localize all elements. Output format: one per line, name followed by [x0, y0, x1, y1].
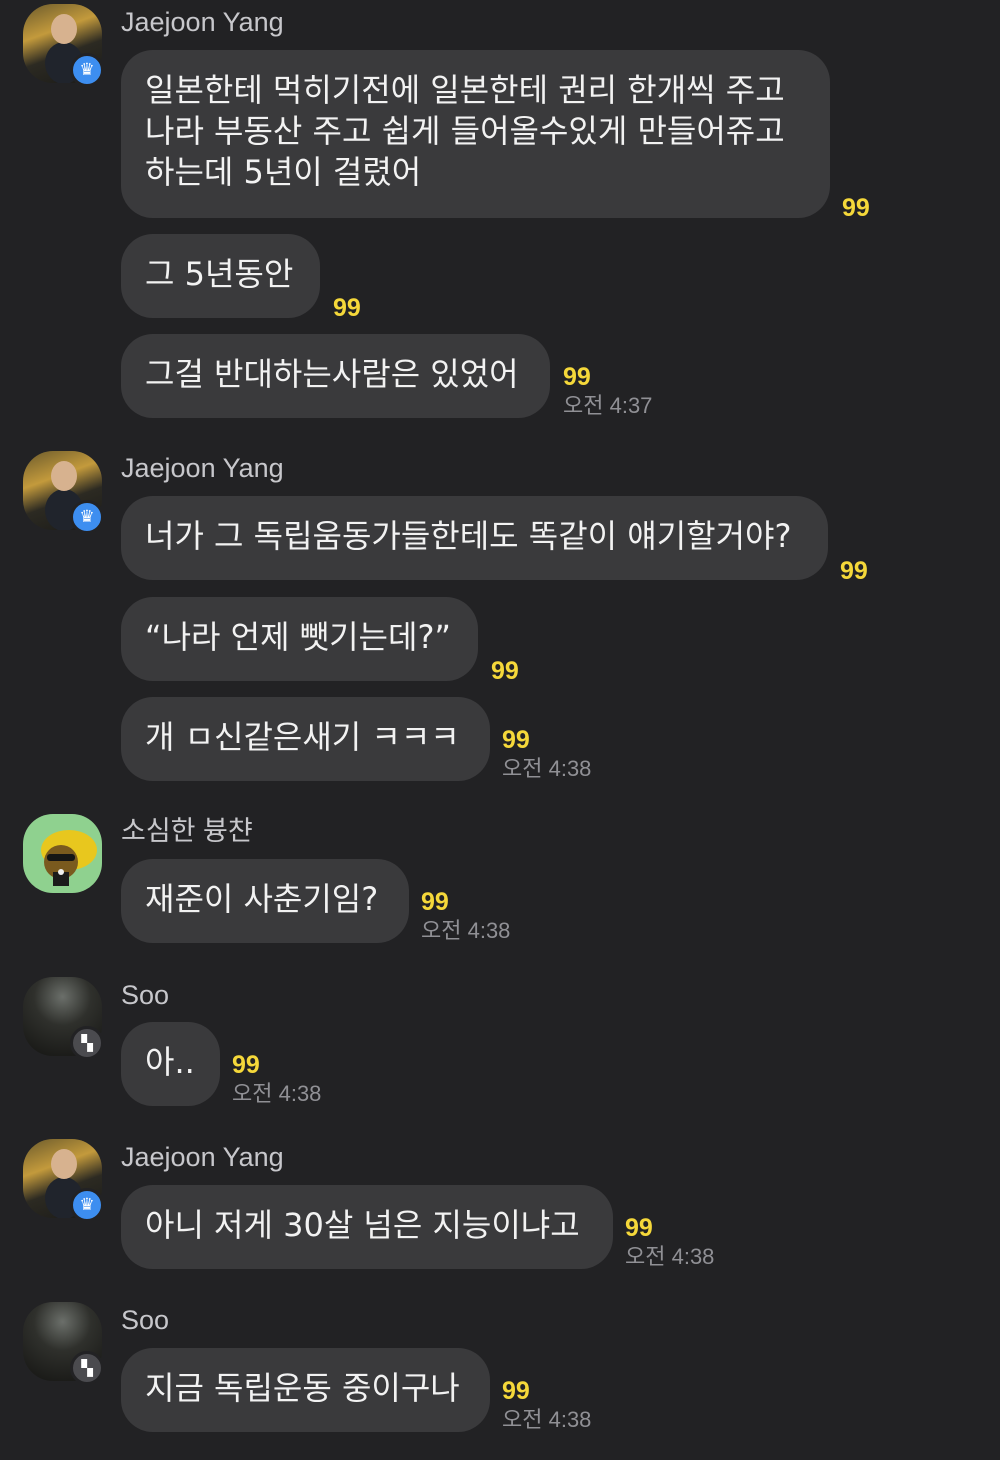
message-time: 오전 4:38 — [625, 1244, 715, 1269]
message-bubble[interactable]: 너가 그 독립움동가들한테도 똑같이 얘기할거야? — [121, 496, 828, 580]
unread-count: 99 — [232, 1051, 260, 1079]
message-time: 오전 4:38 — [232, 1081, 322, 1106]
message-meta: 99 오전 4:38 — [625, 1213, 714, 1271]
message-line: 지금 독립운동 중이구나 — [145, 1369, 460, 1407]
message-line: 일본한테 먹히기전에 일본한테 권리 한개씩 주고 — [145, 71, 785, 109]
message-meta: 99 오전 4:37 — [563, 362, 652, 420]
unread-count: 99 — [491, 657, 519, 685]
message-bubble[interactable]: 지금 독립운동 중이구나 — [121, 1348, 490, 1432]
message-bubble[interactable]: 그걸 반대하는사람은 있었어 — [121, 334, 550, 418]
message-time: 오전 4:38 — [421, 918, 511, 943]
message-meta: 99 오전 4:38 — [421, 887, 510, 945]
message-bubble[interactable]: 일본한테 먹히기전에 일본한테 권리 한개씩 주고 나라 부동산 주고 쉽게 들… — [121, 50, 830, 218]
message-bubble[interactable]: 개 ㅁ신같은새기 ㅋㅋㅋ — [121, 697, 490, 781]
message-line: “나라 언제 뺏기는데?” — [145, 618, 452, 656]
crown-icon: ♛ — [70, 53, 104, 87]
message-line: 너가 그 독립움동가들한테도 똑같이 얘기할거야? — [145, 517, 792, 555]
message-bubble[interactable]: 아니 저게 30살 넘은 지능이냐고 — [121, 1185, 613, 1269]
message-bubble[interactable]: 아.. — [121, 1022, 220, 1106]
message-bubble[interactable]: “나라 언제 뺏기는데?” — [121, 597, 478, 681]
message-meta: 99 오전 4:38 — [502, 725, 591, 783]
unread-count: 99 — [502, 1377, 530, 1405]
message-meta: 99 — [842, 193, 870, 223]
message-line: 개 ㅁ신같은새기 ㅋㅋㅋ — [145, 718, 460, 756]
message-line: 그걸 반대하는사람은 있었어 — [145, 355, 519, 393]
message-line: 나라 부동산 주고 쉽게 들어올수있게 만들어쥬고 — [145, 112, 785, 150]
cartoon-character-icon — [23, 814, 102, 893]
message-bubble[interactable]: 재준이 사춘기임? — [121, 859, 409, 943]
message-bubble[interactable]: 그 5년동안 — [121, 234, 320, 318]
crown-icon: ♛ — [70, 1188, 104, 1222]
message-line: 아.. — [145, 1043, 195, 1081]
avatar[interactable]: ♛ — [23, 1139, 104, 1222]
chat-room[interactable]: ♛ Jaejoon Yang 일본한테 먹히기전에 일본한테 권리 한개씩 주고… — [0, 0, 1000, 1460]
message-meta: 99 오전 4:38 — [232, 1050, 321, 1108]
open-profile-icon: ▚ — [70, 1351, 104, 1385]
message-time: 오전 4:38 — [502, 756, 592, 781]
unread-count: 99 — [840, 557, 868, 585]
unread-count: 99 — [563, 363, 591, 391]
sender-name: Soo — [121, 1305, 170, 1335]
message-meta: 99 — [491, 656, 519, 686]
message-line: 아니 저게 30살 넘은 지능이냐고 — [145, 1206, 580, 1244]
avatar[interactable]: ♛ — [23, 451, 104, 534]
unread-count: 99 — [421, 888, 449, 916]
crown-icon: ♛ — [70, 500, 104, 534]
cartoon-character-icon — [41, 830, 97, 886]
avatar[interactable]: ▚ — [23, 977, 104, 1060]
message-time: 오전 4:37 — [563, 393, 653, 418]
sender-name: Jaejoon Yang — [121, 7, 284, 37]
open-profile-icon: ▚ — [70, 1026, 104, 1060]
message-meta: 99 오전 4:38 — [502, 1376, 591, 1434]
unread-count: 99 — [625, 1214, 653, 1242]
message-meta: 99 — [840, 556, 868, 586]
sender-name: Jaejoon Yang — [121, 453, 284, 483]
sender-name: Soo — [121, 980, 170, 1010]
avatar[interactable]: ▚ — [23, 1302, 104, 1385]
unread-count: 99 — [333, 294, 361, 322]
message-time: 오전 4:38 — [502, 1407, 592, 1432]
avatar[interactable] — [23, 814, 102, 893]
unread-count: 99 — [842, 194, 870, 222]
sender-name: 소심한 븅챤 — [121, 816, 253, 846]
message-meta: 99 — [333, 293, 361, 323]
avatar[interactable]: ♛ — [23, 4, 104, 87]
message-line: 그 5년동안 — [145, 255, 294, 293]
unread-count: 99 — [502, 726, 530, 754]
sender-name: Jaejoon Yang — [121, 1142, 284, 1172]
message-line: 하는데 5년이 걸렸어 — [145, 153, 422, 191]
message-line: 재준이 사춘기임? — [145, 880, 379, 918]
